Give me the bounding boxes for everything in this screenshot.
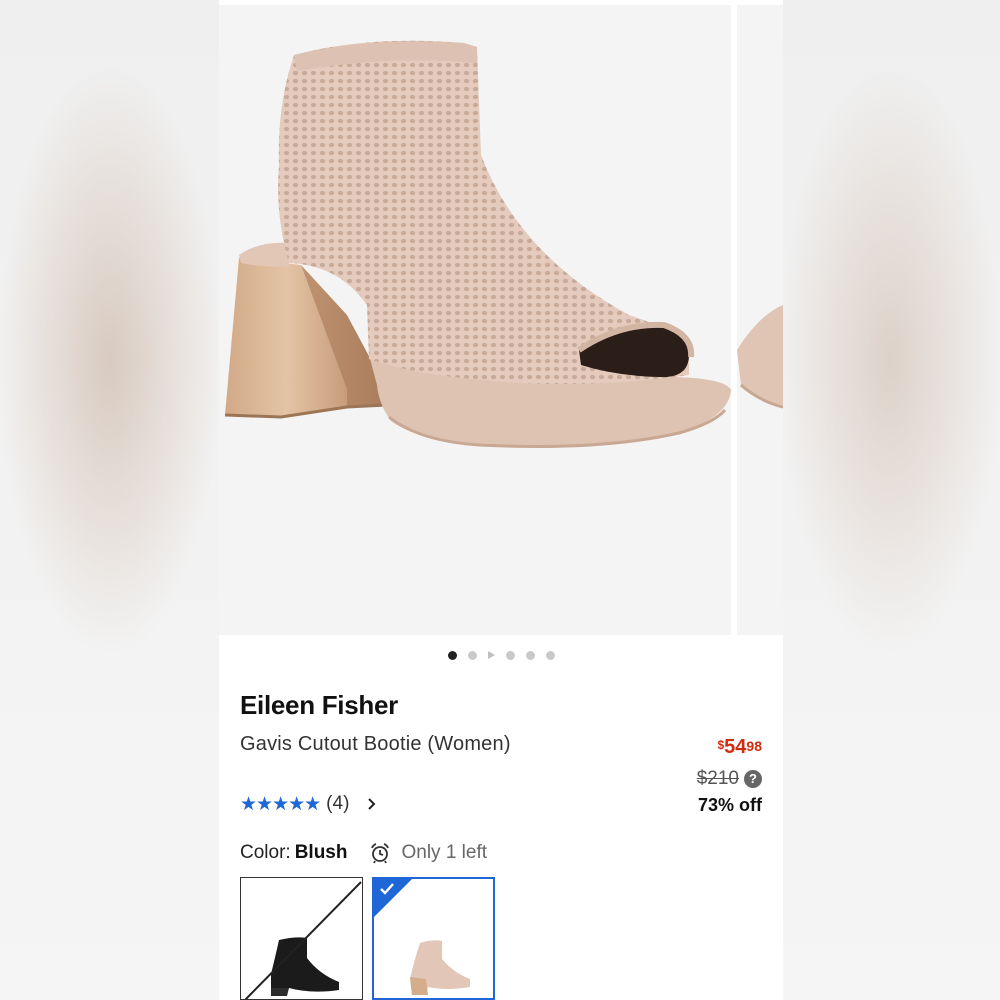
discount-percent: 73% off <box>697 795 762 815</box>
product-title: Gavis Cutout Bootie (Women) <box>240 733 511 755</box>
alarm-clock-icon <box>371 843 390 864</box>
sale-price-dollars: 54 <box>724 736 747 758</box>
color-swatch-black[interactable] <box>240 877 363 1000</box>
black-bootie-thumbnail <box>244 881 362 999</box>
checkmark-icon <box>380 883 394 895</box>
review-count: (4) <box>326 793 350 814</box>
sale-price-cents: 98 <box>746 738 762 754</box>
pagination-dot[interactable] <box>545 650 555 660</box>
sale-price: $5498 <box>697 736 762 759</box>
original-price: $210 <box>696 768 739 789</box>
pagination-dot[interactable] <box>447 650 457 660</box>
color-swatch-blush[interactable] <box>372 877 495 1000</box>
pagination-dot[interactable] <box>525 650 535 660</box>
gallery-pagination[interactable] <box>219 648 783 662</box>
price-block: $5498 $210 ? 73% off <box>697 736 762 816</box>
question-help-icon[interactable]: ? <box>744 770 762 788</box>
pagination-dot[interactable] <box>505 650 515 660</box>
brand-name[interactable]: Eileen Fisher <box>240 690 398 721</box>
color-selection-row: Color: Blush Only 1 left <box>240 841 487 865</box>
selected-color-name: Blush <box>294 842 348 863</box>
pagination-dot[interactable] <box>467 650 477 660</box>
color-label: Color: <box>240 842 291 863</box>
stock-text: Only 1 left <box>401 842 488 863</box>
chevron-right-icon <box>368 798 376 810</box>
gallery-divider <box>731 5 737 635</box>
stock-indicator: Only 1 left <box>369 842 487 864</box>
rating-summary[interactable]: ★★★★★ (4) <box>240 792 377 816</box>
product-image-gallery[interactable] <box>219 5 783 635</box>
product-image <box>224 40 783 448</box>
product-page: Eileen Fisher Gavis Cutout Bootie (Women… <box>219 0 783 1000</box>
star-rating-icons: ★★★★★ <box>240 793 321 815</box>
currency-symbol: $ <box>717 738 725 752</box>
video-play-indicator[interactable] <box>487 651 495 659</box>
